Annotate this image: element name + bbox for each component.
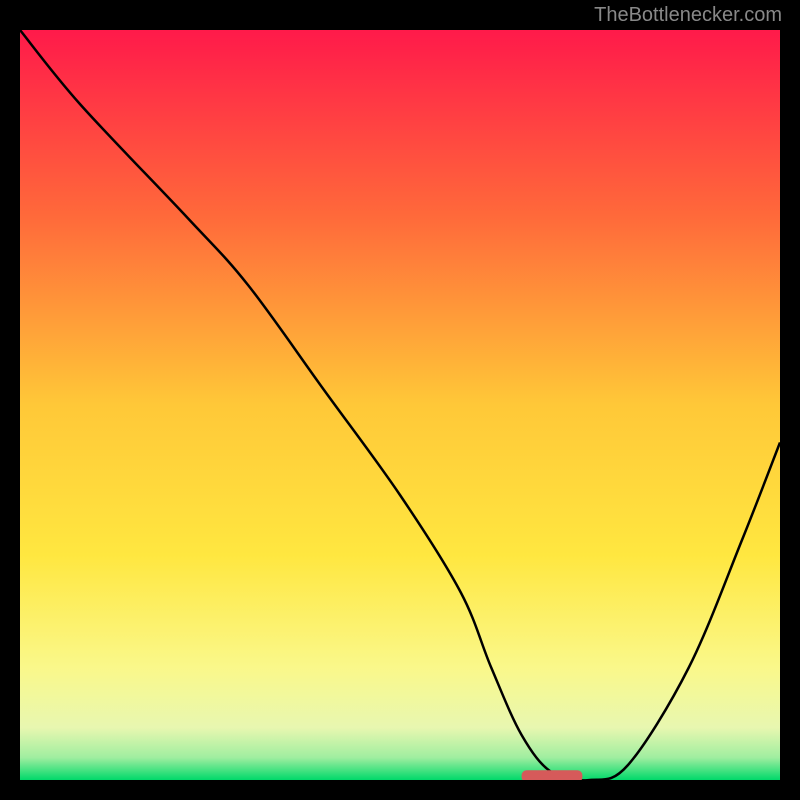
watermark-text: TheBottlenecker.com [594,4,782,27]
optimal-marker [522,770,583,780]
plot-area [20,30,780,780]
gradient-background [20,30,780,780]
chart-container: TheBottlenecker.com [0,0,800,800]
bottleneck-chart [20,30,780,780]
